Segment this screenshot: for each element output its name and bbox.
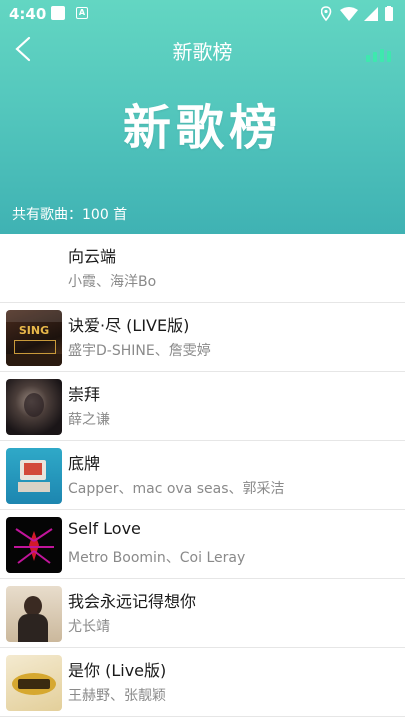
song-count: 共有歌曲：100 首 [12,207,128,223]
header-banner: 4:40 A 新歌榜 新歌榜 共有歌曲：100 首 [0,0,405,234]
album-cover: SING [6,310,62,366]
song-artist: 小霞、海洋Bo [68,274,157,290]
status-time: 4:40 [9,5,47,23]
song-title: 底牌 [68,454,101,473]
hero-title: 新歌榜 [122,100,282,156]
system-status-icons [321,6,393,22]
equalizer-bars-icon[interactable] [366,48,396,62]
song-title: 诀爱·尽 (LIVE版) [68,316,190,335]
wifi-icon [340,7,358,21]
song-title: Self Love [68,519,141,538]
page-title: 新歌榜 [172,40,233,64]
song-artist: 尤长靖 [68,619,110,635]
album-cover [6,517,62,573]
song-title: 是你 (Live版) [68,661,167,680]
song-row[interactable]: 底牌 Capper、mac ova seas、郭采洁 [0,441,405,510]
status-bar: 4:40 A [0,0,405,28]
song-row[interactable]: SING 诀爱·尽 (LIVE版) 盛宇D-SHINE、詹雯婷 [0,303,405,372]
spider-emblem-icon [14,528,54,564]
location-icon [321,6,332,22]
signal-icon [364,7,378,21]
battery-icon [385,6,393,21]
notification-app-icon: A [76,7,88,19]
song-artist: 王赫野、张靓颖 [68,688,166,704]
song-artist: Metro Boomin、Coi Leray [68,550,246,566]
album-cover [6,448,62,504]
song-row[interactable]: 向云端 小霞、海洋Bo [0,234,405,303]
song-artist: 薛之谦 [68,412,110,428]
song-row[interactable]: 我会永远记得想你 尤长靖 [0,579,405,648]
song-title: 我会永远记得想你 [68,592,197,611]
nav-bar: 新歌榜 [0,28,405,72]
song-row[interactable]: Self Love Metro Boomin、Coi Leray [0,510,405,579]
song-artist: 盛宇D-SHINE、詹雯婷 [68,343,211,359]
album-cover [6,655,62,711]
song-title: 向云端 [68,247,117,266]
album-cover [6,586,62,642]
notification-square-icon [51,6,65,20]
song-artist: Capper、mac ova seas、郭采洁 [68,481,285,497]
song-row[interactable]: 崇拜 薛之谦 [0,372,405,441]
album-cover [6,379,62,435]
song-title: 崇拜 [68,385,101,404]
song-list: 向云端 小霞、海洋Bo SING 诀爱·尽 (LIVE版) 盛宇D-SHINE、… [0,234,405,717]
song-row[interactable]: 是你 (Live版) 王赫野、张靓颖 [0,648,405,717]
